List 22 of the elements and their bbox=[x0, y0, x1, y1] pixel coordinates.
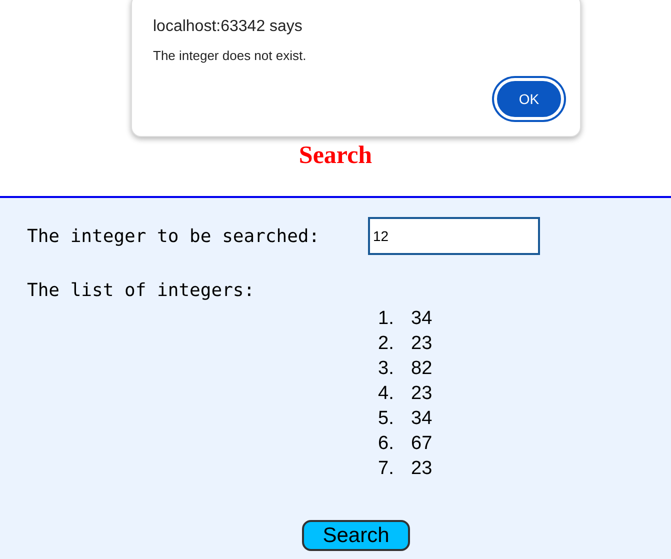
list-value: 34 bbox=[411, 407, 432, 431]
page-heading: Search bbox=[298, 143, 372, 168]
list-number: 2. bbox=[378, 332, 395, 356]
dialog-title: localhost:63342 says bbox=[153, 17, 302, 37]
search-button[interactable]: Search bbox=[302, 520, 410, 551]
list-value: 23 bbox=[411, 332, 432, 356]
list-number: 6. bbox=[378, 432, 395, 456]
list-number: 1. bbox=[378, 307, 395, 331]
list-number: 3. bbox=[378, 357, 395, 381]
dialog-message: The integer does not exist. bbox=[153, 47, 306, 65]
list-value: 82 bbox=[411, 357, 432, 381]
list-number: 7. bbox=[378, 457, 395, 481]
field-label: The integer to be searched: bbox=[27, 224, 321, 248]
list-number: 4. bbox=[378, 382, 395, 406]
search-field[interactable]: 12 bbox=[368, 217, 540, 255]
list-value: 34 bbox=[411, 307, 432, 331]
list-number: 5. bbox=[378, 407, 395, 431]
list-value: 23 bbox=[411, 382, 432, 406]
list-value: 67 bbox=[411, 432, 432, 456]
list-label: The list of integers: bbox=[26, 279, 256, 303]
ok-button[interactable]: OK bbox=[494, 78, 564, 120]
list-value: 23 bbox=[411, 457, 432, 481]
